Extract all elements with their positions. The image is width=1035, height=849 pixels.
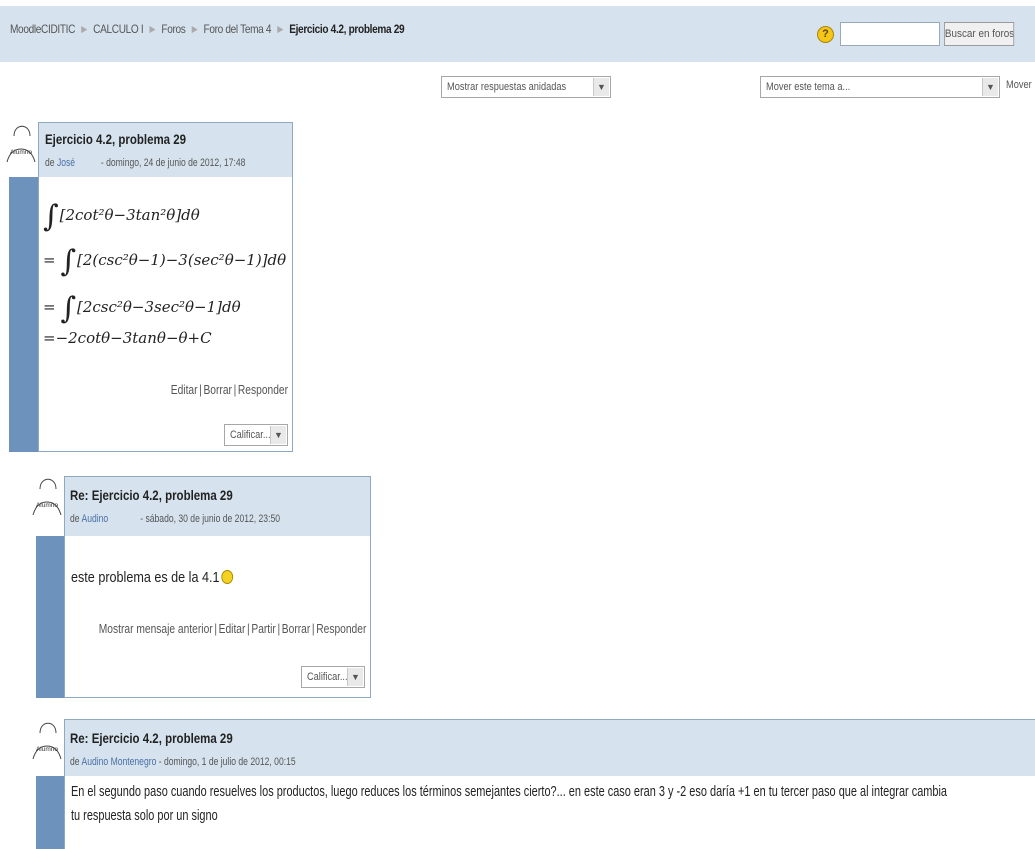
author-link[interactable]: Audino (81, 513, 108, 525)
math-line: = ∫[2csc²θ−3sec²θ−1]dθ (43, 285, 241, 326)
rate-select[interactable]: Calificar... ▼ (224, 424, 288, 446)
breadcrumb-separator: ► (275, 22, 286, 36)
smiley-icon (221, 570, 233, 584)
reply-link[interactable]: Responder (238, 383, 288, 397)
breadcrumb-course[interactable]: CALCULO I (93, 22, 144, 36)
chevron-down-icon: ▼ (347, 668, 363, 686)
breadcrumb-separator: ► (147, 22, 158, 36)
post-subject: Re: Ejercicio 4.2, problema 29 (70, 730, 233, 746)
breadcrumb-site[interactable]: MoodleCIDITIC (10, 22, 75, 36)
math-line: ∫[2cot²θ−3tan²θ]dθ (43, 193, 200, 234)
post-byline: de Audino - sábado, 30 de junio de 2012,… (70, 513, 280, 525)
svg-text:Alumno: Alumno (10, 149, 32, 156)
math-equals: = (43, 251, 61, 269)
post-header: Re: Ejercicio 4.2, problema 29 de Audino… (64, 476, 371, 537)
author-link[interactable]: José (57, 157, 75, 169)
post-date: - sábado, 30 de junio de 2012, 23:50 (140, 513, 281, 525)
byline-prefix: de (70, 756, 80, 768)
breadcrumb: MoodleCIDITIC ► CALCULO I ► Foros ► Foro del T… (10, 22, 405, 36)
author-link[interactable]: Audino Montenegro (81, 756, 156, 768)
post-message-line: En el segundo paso cuando resuelves los … (71, 784, 948, 800)
post-header: Re: Ejercicio 4.2, problema 29 de Audino… (64, 719, 1035, 777)
post-subject: Re: Ejercicio 4.2, problema 29 (70, 487, 233, 503)
post-byline: de José - domingo, 24 de junio de 2012, … (45, 157, 245, 169)
math-line: =−2cotθ−3tanθ−θ+C (43, 329, 212, 347)
avatar[interactable]: Alumno (30, 471, 64, 519)
post-side-bar (9, 177, 39, 452)
top-strip (0, 0, 1035, 6)
delete-link[interactable]: Borrar (203, 383, 231, 397)
post-body: En el segundo paso cuando resuelves los … (64, 776, 1035, 849)
move-button[interactable]: Mover (1006, 79, 1032, 91)
chevron-down-icon: ▼ (593, 78, 609, 96)
search-forums-button[interactable]: Buscar en foros (944, 22, 1015, 46)
math-equals: = (43, 298, 61, 316)
breadcrumb-separator: ► (189, 22, 200, 36)
reply-link[interactable]: Responder (316, 622, 366, 636)
search-input[interactable] (840, 22, 940, 46)
show-parent-link[interactable]: Mostrar mensaje anterior (98, 622, 212, 636)
math-expression: [2csc²θ−3sec²θ−1]dθ (76, 298, 241, 316)
split-link[interactable]: Partir (251, 622, 275, 636)
rate-value: Calificar... (230, 429, 271, 441)
post-message: este problema es de la 4.1 (71, 569, 233, 586)
user-avatar-icon: Alumno (6, 125, 36, 163)
display-mode-value: Mostrar respuestas anidadas (447, 81, 567, 93)
post-subject: Ejercicio 4.2, problema 29 (45, 131, 187, 147)
integral-symbol: ∫ (60, 291, 76, 326)
integral-symbol: ∫ (60, 244, 76, 279)
integral-symbol: ∫ (43, 199, 59, 234)
byline-prefix: de (45, 157, 55, 169)
post-side-bar (36, 536, 65, 698)
math-line: = ∫[2(csc²θ−1)−3(sec²θ−1)]dθ (43, 238, 287, 279)
post-commands: Editar | Borrar | Responder (170, 383, 288, 397)
chevron-down-icon: ▼ (982, 78, 998, 96)
edit-link[interactable]: Editar (218, 622, 245, 636)
post-date: - domingo, 1 de julio de 2012, 00:15 (158, 756, 296, 768)
move-topic-select[interactable]: Mover este tema a... ▼ (760, 76, 1000, 98)
breadcrumb-forums[interactable]: Foros (161, 22, 185, 36)
post-body: ∫[2cot²θ−3tan²θ]dθ = ∫[2(csc²θ−1)−3(sec²… (38, 177, 293, 452)
math-expression: [2(csc²θ−1)−3(sec²θ−1)]dθ (76, 251, 287, 269)
rate-select[interactable]: Calificar... ▼ (301, 666, 365, 688)
display-mode-select[interactable]: Mostrar respuestas anidadas ▼ (441, 76, 611, 98)
edit-link[interactable]: Editar (171, 383, 198, 397)
avatar[interactable]: Alumno (4, 118, 38, 166)
post-byline: de Audino Montenegro - domingo, 1 de jul… (70, 756, 296, 768)
math-expression: [2cot²θ−3tan²θ]dθ (59, 206, 200, 224)
svg-text:Alumno: Alumno (36, 502, 58, 509)
breadcrumb-forum[interactable]: Foro del Tema 4 (204, 22, 272, 36)
svg-text:Alumno: Alumno (36, 746, 58, 753)
avatar[interactable]: Alumno (30, 715, 64, 763)
post-message-line: tu respuesta solo por un signo (71, 808, 218, 824)
post-side-bar (36, 776, 65, 849)
move-topic-value: Mover este tema a... (766, 81, 851, 93)
post-message-text: este problema es de la 4.1 (71, 569, 220, 586)
user-avatar-icon: Alumno (32, 722, 62, 760)
byline-prefix: de (70, 513, 80, 525)
rate-value: Calificar... (307, 671, 348, 683)
delete-link[interactable]: Borrar (281, 622, 309, 636)
help-icon[interactable]: ? (817, 26, 834, 43)
breadcrumb-separator: ► (79, 22, 89, 36)
post-commands: Mostrar mensaje anterior | Editar | Partir | B… (98, 622, 366, 636)
user-avatar-icon: Alumno (32, 478, 62, 516)
post-date: - domingo, 24 de junio de 2012, 17:48 (100, 157, 246, 169)
navbar: MoodleCIDITIC ► CALCULO I ► Foros ► Foro del T… (0, 0, 1035, 62)
breadcrumb-current: Ejercicio 4.2, problema 29 (289, 22, 405, 36)
post-header: Ejercicio 4.2, problema 29 de José - dom… (38, 122, 293, 178)
chevron-down-icon: ▼ (270, 426, 286, 444)
